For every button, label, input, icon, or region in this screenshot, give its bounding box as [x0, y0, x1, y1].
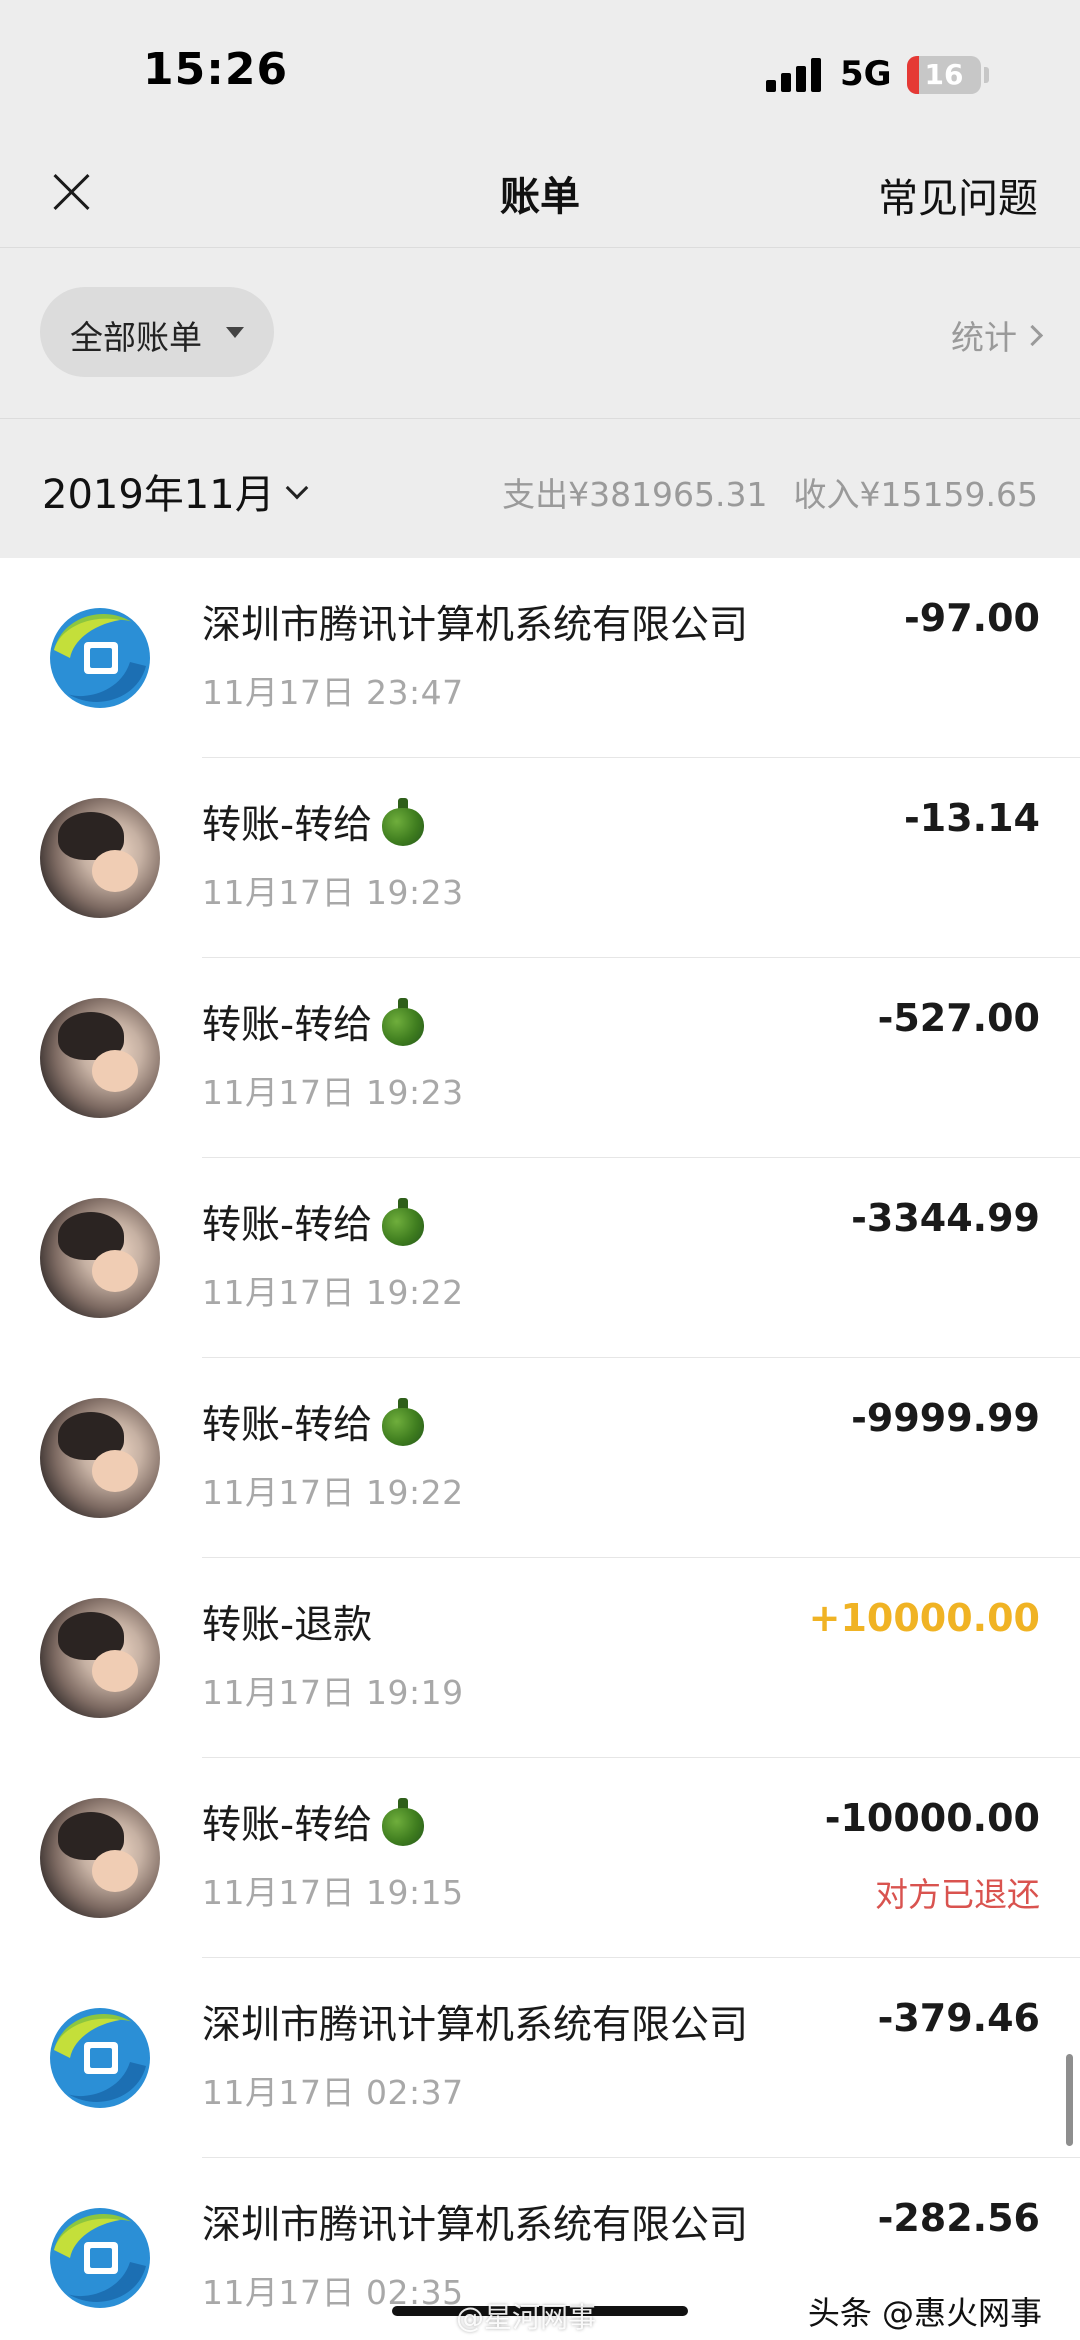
transaction-row[interactable]: 转账-退款 11月17日 19:19 +10000.00 [0, 1558, 1080, 1758]
avatar [40, 1598, 160, 1718]
transaction-title-text: 转账-转给 [202, 1003, 373, 1048]
transaction-title-text: 深圳市腾讯计算机系统有限公司 [202, 2003, 749, 2048]
transaction-amount: -10000.00 [824, 1796, 1040, 1840]
chevron-down-icon [285, 476, 309, 500]
green-pepper-icon [380, 798, 426, 846]
green-pepper-icon [380, 998, 426, 1046]
transaction-amount: -379.46 [877, 1996, 1040, 2040]
battery-cap [984, 67, 989, 83]
watermark-right: 头条 @惠火网事 [807, 2294, 1042, 2332]
green-pepper-icon [380, 1398, 426, 1446]
signal-icon [766, 58, 822, 92]
status-time: 15:26 [143, 44, 289, 95]
transaction-title-text: 转账-转给 [202, 1803, 373, 1848]
transaction-amount: +10000.00 [808, 1596, 1040, 1640]
transaction-title-text: 转账-转给 [202, 1403, 373, 1448]
transaction-row[interactable]: 转账-转给 11月17日 19:22 -3344.99 [0, 1158, 1080, 1358]
transaction-amount: -9999.99 [851, 1396, 1040, 1440]
avatar [40, 1198, 160, 1318]
green-pepper-icon [380, 1198, 426, 1246]
all-bills-filter-button[interactable]: 全部账单 [40, 287, 274, 377]
green-pepper-icon [380, 1798, 426, 1846]
avatar [40, 998, 160, 1118]
transaction-amount: -3344.99 [851, 1196, 1040, 1240]
tencent-logo-icon [40, 1998, 160, 2118]
tencent-logo-svg [50, 608, 150, 708]
chevron-right-icon [1021, 324, 1044, 347]
transaction-list[interactable]: 深圳市腾讯计算机系统有限公司 11月17日 23:47 -97.00 转账-转给 11月… [0, 558, 1080, 2340]
tencent-logo-svg [50, 2208, 150, 2308]
transaction-title: 转账-转给 [202, 794, 426, 850]
tencent-logo-icon [40, 598, 160, 718]
transaction-time: 11月17日 02:37 [202, 2073, 464, 2112]
transaction-time: 11月17日 19:23 [202, 1073, 464, 1112]
avatar [40, 798, 160, 918]
transaction-amount: -97.00 [904, 596, 1040, 640]
transaction-title: 深圳市腾讯计算机系统有限公司 [202, 594, 748, 650]
transaction-row[interactable]: 转账-转给 11月17日 19:23 -13.14 [0, 758, 1080, 958]
transaction-title-text: 深圳市腾讯计算机系统有限公司 [202, 2203, 749, 2248]
filter-row: 全部账单 统计 [0, 249, 1080, 419]
avatar [40, 1398, 160, 1518]
transaction-title: 转账-转给 [202, 1794, 426, 1850]
transaction-time: 11月17日 19:22 [202, 1473, 464, 1512]
transaction-amount: -282.56 [877, 2196, 1040, 2240]
network-type: 5G [840, 54, 892, 94]
transaction-title-text: 转账-转给 [202, 1203, 373, 1248]
status-bar: 15:26 5G 16 [0, 0, 1080, 150]
battery-percent: 16 [924, 58, 964, 91]
refund-status-note: 对方已退还 [875, 1875, 1040, 1914]
transaction-row[interactable]: 转账-转给 11月17日 19:22 -9999.99 [0, 1358, 1080, 1558]
transaction-time: 11月17日 19:23 [202, 873, 464, 912]
tencent-logo-icon [40, 2198, 160, 2318]
transaction-row[interactable]: 转账-转给 11月17日 19:23 -527.00 [0, 958, 1080, 1158]
transaction-title: 转账-转给 [202, 994, 426, 1050]
transaction-row[interactable]: 转账-转给 11月17日 19:15 -10000.00 对方已退还 [0, 1758, 1080, 1958]
transaction-title: 转账-转给 [202, 1394, 426, 1450]
transaction-time: 11月17日 23:47 [202, 673, 464, 712]
transaction-title-text: 转账-退款 [202, 1603, 373, 1648]
transaction-title-text: 深圳市腾讯计算机系统有限公司 [202, 603, 749, 648]
transaction-row[interactable]: 深圳市腾讯计算机系统有限公司 11月17日 23:47 -97.00 [0, 558, 1080, 758]
transaction-title: 转账-转给 [202, 1194, 426, 1250]
month-picker[interactable]: 2019年11月 [42, 462, 309, 520]
tencent-logo-svg [50, 2008, 150, 2108]
scrollbar[interactable] [1066, 2054, 1073, 2146]
stats-link[interactable]: 统计 [951, 311, 1044, 359]
stats-label: 统计 [951, 318, 1017, 357]
expense-summary: 支出¥381965.31 [502, 475, 768, 514]
bill-screen: 15:26 5G 16 账单 常见问题 全部账单 统计 2019年11月 支出¥… [0, 0, 1080, 2340]
avatar [40, 1798, 160, 1918]
transaction-row[interactable]: 深圳市腾讯计算机系统有限公司 11月17日 02:37 -379.46 [0, 1958, 1080, 2158]
transaction-amount: -13.14 [904, 796, 1040, 840]
income-summary: 收入¥15159.65 [793, 475, 1038, 514]
filter-label: 全部账单 [70, 318, 202, 357]
month-summary: 支出¥381965.31 收入¥15159.65 [502, 468, 1038, 516]
faq-link[interactable]: 常见问题 [878, 166, 1038, 224]
transaction-time: 11月17日 19:19 [202, 1673, 464, 1712]
month-header: 2019年11月 支出¥381965.31 收入¥15159.65 [0, 420, 1080, 558]
transaction-time: 11月17日 19:22 [202, 1273, 464, 1312]
battery-icon: 16 [907, 56, 981, 94]
transaction-title-text: 转账-转给 [202, 803, 373, 848]
transaction-title: 深圳市腾讯计算机系统有限公司 [202, 2194, 748, 2250]
transaction-title: 转账-退款 [202, 1594, 372, 1650]
month-label: 2019年11月 [42, 472, 275, 518]
watermark-center: @星河网事 [456, 2301, 597, 2334]
nav-bar: 账单 常见问题 [0, 150, 1080, 248]
transaction-time: 11月17日 19:15 [202, 1873, 464, 1912]
transaction-amount: -527.00 [877, 996, 1040, 1040]
caret-down-icon [226, 327, 244, 338]
transaction-title: 深圳市腾讯计算机系统有限公司 [202, 1994, 748, 2050]
